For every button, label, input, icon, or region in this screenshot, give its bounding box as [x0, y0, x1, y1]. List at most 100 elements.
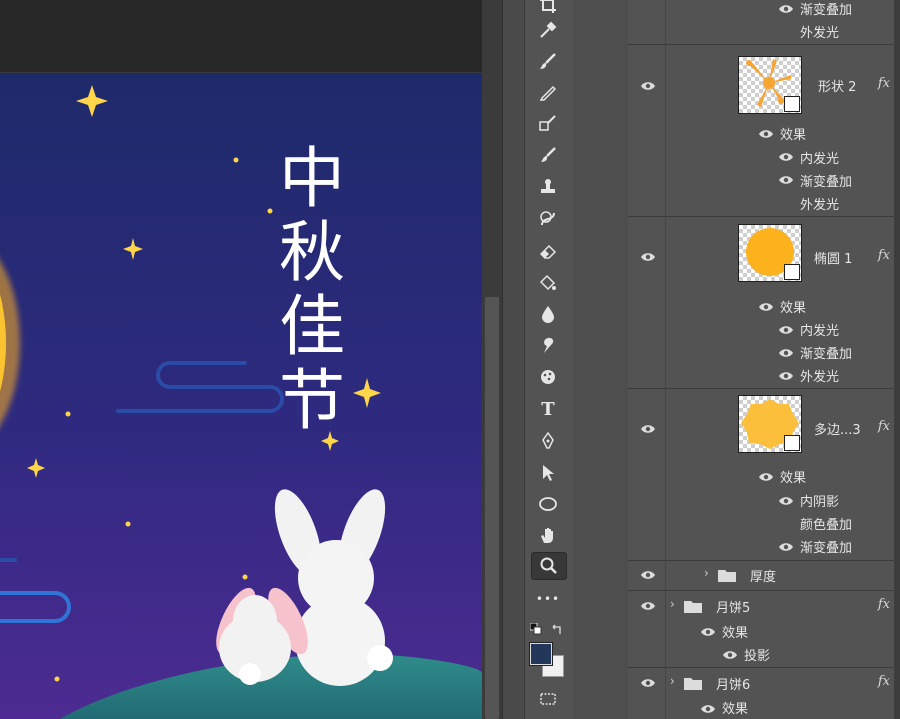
title-char: 秋: [279, 214, 345, 291]
visibility-column: [628, 388, 666, 560]
eye-icon[interactable]: [778, 542, 794, 552]
layer-thumbnail[interactable]: [738, 395, 802, 453]
more-tools-icon[interactable]: •••: [531, 586, 565, 612]
eye-icon[interactable]: [640, 81, 656, 91]
layer-name[interactable]: 多边...3: [814, 419, 861, 438]
panel-divider: [502, 0, 525, 719]
pen-icon[interactable]: [531, 428, 565, 454]
history-brush-icon[interactable]: [531, 142, 565, 168]
zoom-icon[interactable]: [531, 552, 567, 580]
visibility-column: [628, 0, 666, 44]
stamp-icon[interactable]: [531, 174, 565, 200]
eye-icon[interactable]: [700, 627, 716, 637]
expand-chevron-icon[interactable]: ›: [670, 597, 675, 611]
layer-thumbnail[interactable]: [738, 56, 802, 114]
tools-panel: T •••: [524, 0, 574, 719]
expand-chevron-icon[interactable]: ›: [704, 566, 709, 580]
blur-icon[interactable]: [531, 301, 565, 327]
eye-icon[interactable]: [778, 4, 794, 14]
eyedropper-icon[interactable]: [531, 17, 565, 43]
eye-icon[interactable]: [778, 175, 794, 185]
panel-edge: [894, 0, 900, 719]
brush-icon[interactable]: [531, 48, 565, 74]
eraser-icon[interactable]: [531, 238, 565, 264]
effect-color-overlay[interactable]: 颜色叠加: [800, 514, 852, 533]
layer-shape-2[interactable]: 形状 2 fx 效果 内发光 渐变叠加 外发光: [628, 44, 900, 217]
effect-gradient-overlay[interactable]: 渐变叠加: [800, 171, 852, 190]
effect-inner-glow[interactable]: 内发光: [800, 320, 839, 339]
group-name[interactable]: 厚度: [750, 566, 776, 585]
eye-icon[interactable]: [778, 496, 794, 506]
effect-inner-shadow[interactable]: 内阴影: [800, 491, 839, 510]
eye-icon[interactable]: [640, 424, 656, 434]
panel-spacer: [573, 0, 629, 719]
layers-panel: 渐变叠加 外发光 形状 2 fx 效果 内发光 渐变叠加 外发光 椭圆 1 fx: [628, 0, 900, 719]
eye-icon[interactable]: [722, 650, 738, 660]
layer-ellipse-1[interactable]: 椭圆 1 fx 效果 内发光 渐变叠加 外发光: [628, 216, 900, 389]
visibility-column: [628, 44, 666, 216]
layer-polygon-3[interactable]: 多边...3 fx 效果 内阴影 颜色叠加 渐变叠加: [628, 388, 900, 561]
clone-stamp-icon[interactable]: [531, 110, 565, 136]
mid-autumn-artwork: 中 秋 佳 节: [0, 73, 482, 719]
effect-gradient-overlay[interactable]: 渐变叠加: [800, 343, 852, 362]
pencil-icon[interactable]: [531, 79, 565, 105]
folder-icon: [684, 677, 702, 690]
group-name[interactable]: 月饼6: [716, 674, 750, 693]
eye-icon[interactable]: [778, 325, 794, 335]
document-top-bar: [0, 0, 486, 73]
eye-icon[interactable]: [778, 152, 794, 162]
eye-icon[interactable]: [640, 252, 656, 262]
folder-icon: [684, 600, 702, 613]
scrollbar-thumb[interactable]: [485, 297, 499, 719]
effect-gradient-overlay[interactable]: 渐变叠加: [800, 0, 852, 18]
quick-mask-icon[interactable]: [531, 686, 565, 712]
select-arrow-icon[interactable]: [531, 460, 565, 486]
paint-bucket-icon[interactable]: [531, 270, 565, 296]
title-char: 中: [279, 140, 345, 217]
crop-icon[interactable]: [531, 0, 565, 18]
fx-icon[interactable]: fx: [878, 597, 890, 612]
title-char: 佳: [279, 288, 345, 365]
eye-icon[interactable]: [758, 129, 774, 139]
eye-icon[interactable]: [778, 371, 794, 381]
fx-icon[interactable]: fx: [878, 76, 890, 91]
spot-heal-icon[interactable]: [531, 206, 565, 232]
layer-effects-partial: 渐变叠加 外发光: [628, 0, 900, 45]
fx-icon[interactable]: fx: [878, 419, 890, 434]
sponge-icon[interactable]: [531, 364, 565, 390]
eye-icon[interactable]: [758, 472, 774, 482]
eye-icon[interactable]: [640, 678, 656, 688]
default-colors-icon[interactable]: [529, 620, 542, 635]
vector-mask-icon: [784, 435, 800, 451]
ellipse-icon[interactable]: [531, 491, 565, 517]
eye-icon[interactable]: [758, 302, 774, 312]
effect-gradient-overlay[interactable]: 渐变叠加: [800, 537, 852, 556]
vector-mask-icon: [784, 96, 800, 112]
hand-icon[interactable]: [531, 522, 565, 548]
eye-icon[interactable]: [778, 348, 794, 358]
layer-name[interactable]: 形状 2: [818, 76, 856, 95]
effect-drop-shadow[interactable]: 投影: [744, 645, 770, 664]
expand-chevron-icon[interactable]: ›: [670, 674, 675, 688]
smudge-icon[interactable]: [531, 332, 565, 358]
fx-icon[interactable]: fx: [878, 674, 890, 689]
fx-icon[interactable]: fx: [878, 248, 890, 263]
type-tool-icon[interactable]: T: [531, 396, 565, 422]
effect-outer-glow[interactable]: 外发光: [800, 194, 839, 213]
eye-icon[interactable]: [640, 601, 656, 611]
swap-colors-icon[interactable]: [551, 620, 563, 634]
layer-name[interactable]: 椭圆 1: [814, 248, 852, 267]
group-mooncake-5[interactable]: › 月饼5 fx 效果 投影: [628, 590, 900, 668]
effect-outer-glow[interactable]: 外发光: [800, 366, 839, 385]
group-name[interactable]: 月饼5: [716, 597, 750, 616]
eye-icon[interactable]: [700, 704, 716, 714]
vertical-scrollbar[interactable]: [482, 0, 502, 719]
effect-inner-glow[interactable]: 内发光: [800, 148, 839, 167]
foreground-color-swatch[interactable]: [529, 642, 553, 666]
group-thickness[interactable]: › 厚度: [628, 560, 900, 591]
eye-icon[interactable]: [640, 570, 656, 580]
layer-thumbnail[interactable]: [738, 224, 802, 282]
group-mooncake-6[interactable]: › 月饼6 fx 效果: [628, 667, 900, 719]
document-canvas[interactable]: 中 秋 佳 节: [0, 73, 482, 719]
effect-outer-glow[interactable]: 外发光: [800, 22, 839, 41]
